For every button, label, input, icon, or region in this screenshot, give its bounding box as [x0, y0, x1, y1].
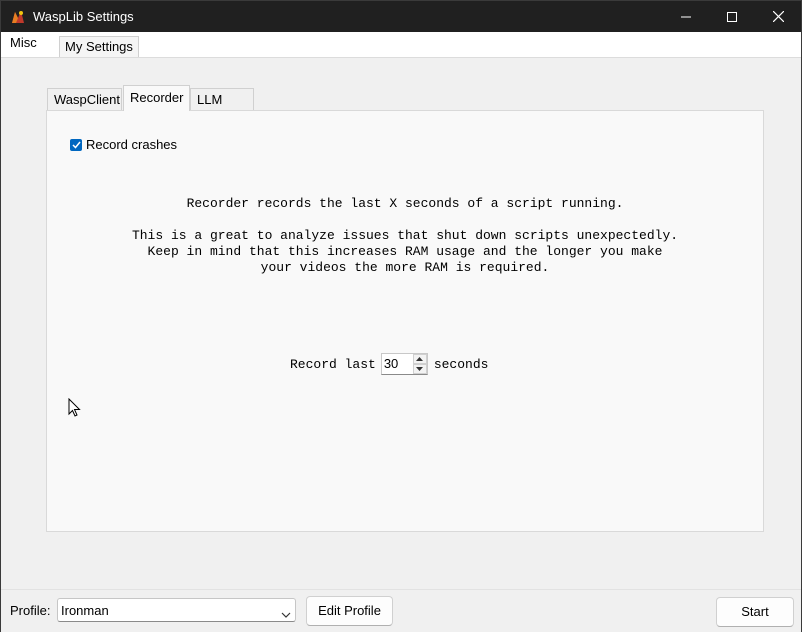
- spin-down-button[interactable]: [412, 364, 427, 374]
- maximize-button[interactable]: [709, 1, 755, 32]
- menu-misc[interactable]: Misc: [10, 30, 37, 55]
- spin-up-button[interactable]: [412, 354, 427, 364]
- close-button[interactable]: [755, 1, 801, 32]
- title-bar[interactable]: WaspLib Settings: [1, 1, 801, 32]
- record-crashes-checkbox-row[interactable]: Record crashes: [70, 137, 177, 152]
- record-duration-row: Record last 30 seconds: [290, 353, 488, 375]
- chevron-down-icon: [281, 606, 291, 621]
- record-crashes-checkbox[interactable]: [70, 138, 82, 151]
- record-last-label: Record last: [290, 356, 376, 372]
- recorder-panel: Record crashes Recorder records the last…: [46, 110, 764, 532]
- minimize-button[interactable]: [663, 1, 709, 32]
- spin-up-icon: [416, 357, 424, 361]
- mouse-cursor-icon: [68, 397, 81, 420]
- edit-profile-button[interactable]: Edit Profile: [306, 596, 393, 626]
- tab-waspclient[interactable]: WaspClient: [47, 88, 122, 110]
- close-icon: [772, 11, 784, 22]
- settings-window: WaspLib Settings Misc My Settings WaspCl…: [0, 0, 802, 632]
- maximize-icon: [727, 11, 737, 22]
- profile-select[interactable]: Ironman: [57, 598, 296, 622]
- menu-bar: Misc My Settings: [1, 32, 801, 58]
- description-line-3: Keep in mind that this increases RAM usa…: [147, 244, 663, 259]
- menu-my-settings[interactable]: My Settings: [59, 36, 139, 57]
- record-crashes-label: Record crashes: [86, 137, 178, 152]
- seconds-label: seconds: [433, 356, 489, 372]
- profile-label: Profile:: [10, 603, 51, 618]
- profile-select-value: Ironman: [61, 603, 109, 618]
- tab-llm-chat[interactable]: LLM Chat: [190, 88, 254, 129]
- start-button[interactable]: Start: [716, 597, 794, 627]
- footer-bar: Profile: Ironman Edit Profile Start: [1, 589, 801, 632]
- minimize-icon: [681, 16, 691, 17]
- seconds-spinbox[interactable]: 30: [380, 353, 428, 375]
- checkmark-icon: [71, 141, 81, 149]
- tab-recorder[interactable]: Recorder: [123, 85, 190, 111]
- window-title: WaspLib Settings: [33, 9, 134, 24]
- description-line-1: Recorder records the last X seconds of a…: [186, 196, 624, 211]
- wasp-app-icon: [10, 9, 26, 25]
- spin-down-icon: [416, 367, 424, 371]
- description-line-2: This is a great to analyze issues that s…: [131, 228, 679, 243]
- description-line-4: your videos the more RAM is required.: [260, 260, 550, 275]
- seconds-value[interactable]: 30: [382, 354, 413, 374]
